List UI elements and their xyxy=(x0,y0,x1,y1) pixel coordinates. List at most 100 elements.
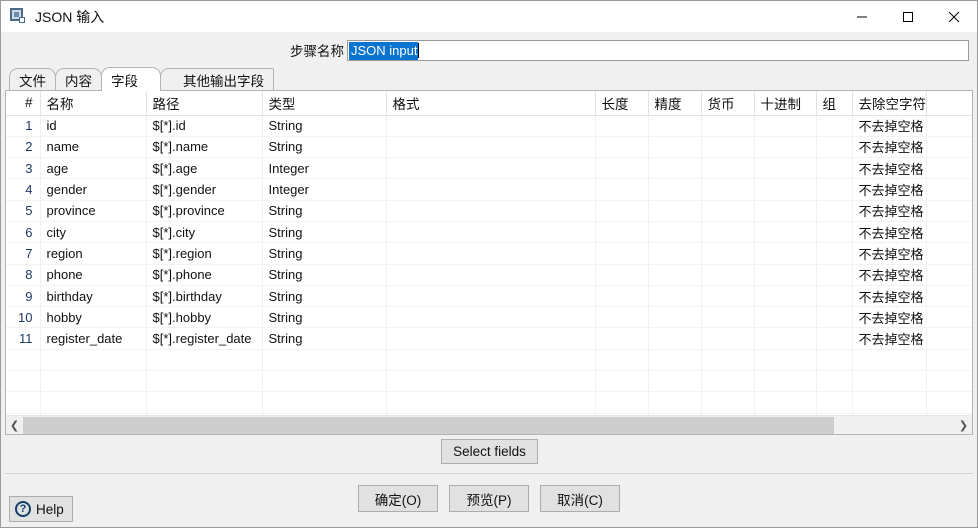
cell-trim[interactable]: 不去掉空格 xyxy=(852,242,927,265)
col-group[interactable]: 组 xyxy=(816,91,853,116)
cancel-button[interactable]: 取消(C) xyxy=(540,485,620,512)
cell-format[interactable] xyxy=(386,115,596,137)
cell-type[interactable]: String xyxy=(262,306,387,329)
tab-files[interactable]: 文件 xyxy=(9,68,56,91)
cell-group[interactable] xyxy=(816,264,853,286)
cell-decimal[interactable] xyxy=(754,242,817,265)
cell-empty[interactable] xyxy=(816,370,853,393)
cell-name[interactable]: register_date xyxy=(40,327,147,350)
cell-precision[interactable] xyxy=(648,200,702,222)
cell-trim[interactable]: 不去掉空格 xyxy=(852,306,927,329)
cell-index[interactable]: 1 xyxy=(6,115,41,137)
cell-path[interactable]: $[*].name xyxy=(146,136,263,159)
cell-format[interactable] xyxy=(386,285,596,308)
cell-group[interactable] xyxy=(816,306,853,329)
cell-index[interactable]: 4 xyxy=(6,178,41,201)
cell-trim[interactable]: 不去掉空格 xyxy=(852,115,927,137)
cell-group[interactable] xyxy=(816,221,853,244)
cell-index[interactable]: 6 xyxy=(6,221,41,244)
cell-empty[interactable] xyxy=(926,349,972,372)
cell-path[interactable]: $[*].city xyxy=(146,221,263,244)
table-row[interactable]: 2 name $[*].name String 不去掉空格 xyxy=(6,136,972,159)
cell-decimal[interactable] xyxy=(754,178,817,201)
cell-currency[interactable] xyxy=(701,306,755,329)
table-row-empty[interactable] xyxy=(6,349,972,372)
step-name-input[interactable]: JSON input xyxy=(347,40,969,61)
scrollbar-track[interactable] xyxy=(23,416,955,434)
cell-precision[interactable] xyxy=(648,157,702,180)
cell-empty[interactable] xyxy=(701,370,755,393)
cell-decimal[interactable] xyxy=(754,327,817,350)
cell-group[interactable] xyxy=(816,285,853,308)
cell-empty[interactable] xyxy=(6,391,41,414)
cell-format[interactable] xyxy=(386,264,596,286)
cell-empty[interactable] xyxy=(146,391,263,414)
cell-group[interactable] xyxy=(816,200,853,222)
cell-name[interactable]: age xyxy=(40,157,147,180)
cell-empty[interactable] xyxy=(754,370,817,393)
ok-button[interactable]: 确定(O) xyxy=(358,485,438,512)
cell-name[interactable]: city xyxy=(40,221,147,244)
tab-content[interactable]: 内容 xyxy=(55,68,102,91)
cell-empty[interactable] xyxy=(6,349,41,372)
cell-index[interactable]: 2 xyxy=(6,136,41,159)
cell-precision[interactable] xyxy=(648,178,702,201)
cell-empty[interactable] xyxy=(40,370,147,393)
cell-name[interactable]: province xyxy=(40,200,147,222)
cell-trim[interactable]: 不去掉空格 xyxy=(852,200,927,222)
cell-type[interactable]: String xyxy=(262,327,387,350)
cell-empty[interactable] xyxy=(262,391,387,414)
cell-empty[interactable] xyxy=(754,391,817,414)
cell-empty[interactable] xyxy=(926,391,972,414)
cell-format[interactable] xyxy=(386,242,596,265)
cell-path[interactable]: $[*].age xyxy=(146,157,263,180)
cell-group[interactable] xyxy=(816,136,853,159)
cell-decimal[interactable] xyxy=(754,157,817,180)
horizontal-scrollbar[interactable]: ❮ ❯ xyxy=(6,415,972,434)
cell-trim[interactable]: 不去掉空格 xyxy=(852,221,927,244)
cell-length[interactable] xyxy=(595,136,649,159)
cell-precision[interactable] xyxy=(648,327,702,350)
cell-index[interactable]: 5 xyxy=(6,200,41,222)
chevron-right-icon[interactable]: ❯ xyxy=(955,416,972,434)
cell-empty[interactable] xyxy=(6,370,41,393)
cell-empty[interactable] xyxy=(754,349,817,372)
cell-path[interactable]: $[*].birthday xyxy=(146,285,263,308)
cell-empty[interactable] xyxy=(852,391,927,414)
cell-index[interactable]: 8 xyxy=(6,264,41,286)
cell-type[interactable]: String xyxy=(262,285,387,308)
cell-length[interactable] xyxy=(595,115,649,137)
cell-trim[interactable]: 不去掉空格 xyxy=(852,157,927,180)
cell-group[interactable] xyxy=(816,242,853,265)
cell-decimal[interactable] xyxy=(754,200,817,222)
cell-trim[interactable]: 不去掉空格 xyxy=(852,327,927,350)
cell-length[interactable] xyxy=(595,306,649,329)
cell-precision[interactable] xyxy=(648,136,702,159)
cell-format[interactable] xyxy=(386,178,596,201)
cell-format[interactable] xyxy=(386,327,596,350)
cell-type[interactable]: String xyxy=(262,221,387,244)
table-row[interactable]: 10 hobby $[*].hobby String 不去掉空格 xyxy=(6,306,972,329)
cell-empty[interactable] xyxy=(262,349,387,372)
cell-length[interactable] xyxy=(595,264,649,286)
cell-empty[interactable] xyxy=(595,370,649,393)
chevron-left-icon[interactable]: ❮ xyxy=(6,416,23,434)
cell-length[interactable] xyxy=(595,327,649,350)
cell-precision[interactable] xyxy=(648,221,702,244)
cell-type[interactable]: String xyxy=(262,242,387,265)
table-row[interactable]: 1 id $[*].id String 不去掉空格 xyxy=(6,115,972,137)
cell-path[interactable]: $[*].hobby xyxy=(146,306,263,329)
cell-empty[interactable] xyxy=(595,391,649,414)
cell-name[interactable]: phone xyxy=(40,264,147,286)
col-currency[interactable]: 货币 xyxy=(701,91,755,116)
col-name[interactable]: 名称 xyxy=(40,91,147,116)
cell-format[interactable] xyxy=(386,306,596,329)
cell-empty[interactable] xyxy=(386,349,596,372)
table-row-empty[interactable] xyxy=(6,391,972,414)
cell-path[interactable]: $[*].province xyxy=(146,200,263,222)
cell-empty[interactable] xyxy=(648,391,702,414)
cell-precision[interactable] xyxy=(648,242,702,265)
cell-empty[interactable] xyxy=(40,391,147,414)
cell-name[interactable]: region xyxy=(40,242,147,265)
cell-type[interactable]: String xyxy=(262,264,387,286)
